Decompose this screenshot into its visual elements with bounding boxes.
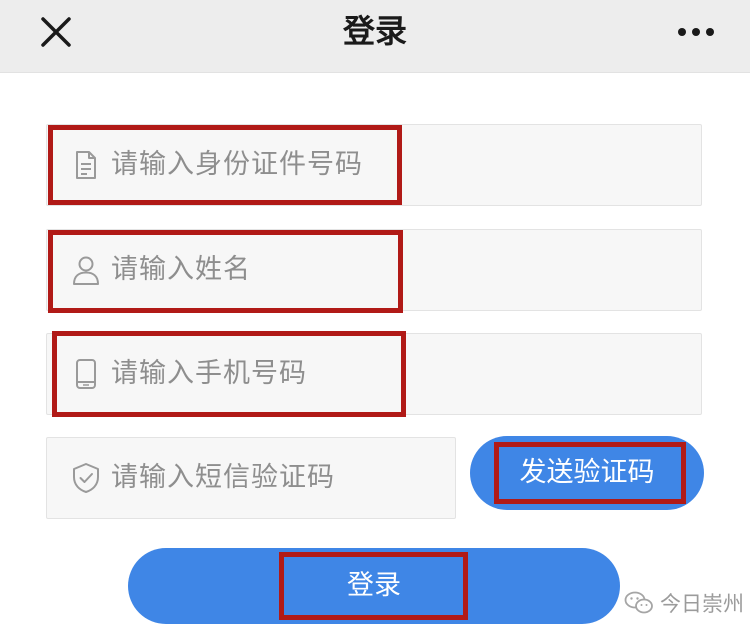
- phone-icon: [76, 359, 96, 389]
- top-bar: 登录: [0, 0, 750, 73]
- name-field[interactable]: 请输入姓名: [46, 229, 702, 311]
- more-icon: [678, 28, 714, 36]
- watermark: 今日崇州: [624, 588, 744, 618]
- send-code-button[interactable]: 发送验证码: [470, 436, 704, 510]
- shield-check-icon: [73, 463, 99, 493]
- id-number-placeholder: 请输入身份证件号码: [111, 149, 363, 180]
- sms-code-field[interactable]: 请输入短信验证码: [46, 437, 456, 519]
- login-button[interactable]: 登录: [128, 548, 620, 624]
- user-icon: [73, 256, 99, 285]
- sms-code-placeholder: 请输入短信验证码: [111, 462, 335, 493]
- page-title: 登录: [342, 12, 407, 50]
- name-placeholder: 请输入姓名: [111, 254, 251, 285]
- id-number-field[interactable]: 请输入身份证件号码: [46, 124, 702, 206]
- wechat-icon: [624, 591, 653, 614]
- document-icon: [76, 151, 96, 179]
- phone-field[interactable]: 请输入手机号码: [46, 333, 702, 415]
- more-button[interactable]: [672, 12, 720, 52]
- phone-placeholder: 请输入手机号码: [111, 358, 307, 389]
- watermark-text: 今日崇州: [660, 592, 744, 616]
